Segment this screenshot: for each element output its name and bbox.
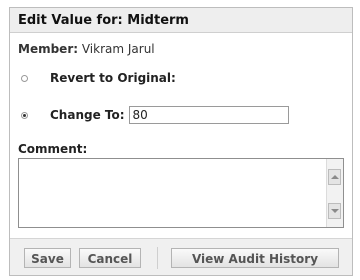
scroll-down-button[interactable]: [328, 203, 341, 219]
comment-scrollbar[interactable]: [326, 159, 343, 227]
scroll-up-button[interactable]: [328, 169, 341, 185]
change-radio[interactable]: [21, 111, 28, 119]
comment-textarea[interactable]: [19, 159, 327, 227]
member-name: Vikram Jarul: [81, 42, 155, 56]
down-arrow-icon: [331, 209, 339, 213]
button-divider: [157, 247, 158, 269]
revert-label: Revert to Original:: [50, 71, 176, 85]
edit-value-dialog: Edit Value for: Midterm Member: Vikram J…: [9, 7, 353, 276]
member-label: Member:: [18, 42, 79, 56]
comment-label: Comment:: [18, 142, 88, 156]
change-option[interactable]: Change To:: [21, 106, 289, 124]
up-arrow-icon: [331, 175, 339, 179]
dialog-footer: Save Cancel View Audit History: [10, 238, 352, 275]
cancel-button[interactable]: Cancel: [79, 248, 141, 268]
change-label: Change To:: [50, 108, 125, 122]
change-to-input[interactable]: [128, 106, 289, 124]
comment-box: [18, 158, 344, 228]
save-button[interactable]: Save: [24, 248, 71, 268]
view-audit-history-button[interactable]: View Audit History: [171, 248, 339, 268]
member-row: Member: Vikram Jarul: [18, 42, 155, 56]
dialog-title: Edit Value for: Midterm: [10, 8, 352, 33]
revert-radio[interactable]: [21, 74, 28, 82]
revert-option[interactable]: Revert to Original:: [21, 71, 176, 85]
